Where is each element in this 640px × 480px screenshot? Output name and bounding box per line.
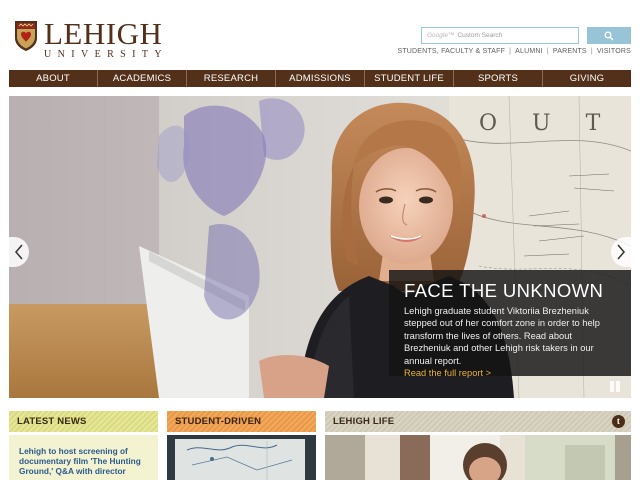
caption-body: Lehigh graduate student Viktoriia Brezhe… xyxy=(404,306,600,366)
separator: | xyxy=(509,48,512,55)
search-brand: Google™ xyxy=(427,32,455,39)
search-placeholder: Custom Search xyxy=(457,32,503,39)
nav-research[interactable]: RESEARCH xyxy=(186,70,275,87)
lehigh-logo[interactable]: LEHIGH UNIVERSITY xyxy=(14,16,174,60)
caption-title: FACE THE UNKNOWN xyxy=(404,280,604,301)
nav-academics[interactable]: ACADEMICS xyxy=(97,70,186,87)
nav-sports[interactable]: SPORTS xyxy=(453,70,542,87)
search-button[interactable] xyxy=(587,27,631,44)
pause-bar xyxy=(616,381,620,392)
lehigh-life-header[interactable]: LEHIGH LIFE t xyxy=(325,411,631,432)
logo-wordmark: LEHIGH xyxy=(44,16,163,51)
lehigh-life-title: LEHIGH LIFE xyxy=(333,416,395,427)
map-letters: O U T H xyxy=(479,111,631,136)
nav-about[interactable]: ABOUT xyxy=(9,70,97,87)
main-nav: ABOUT ACADEMICS RESEARCH ADMISSIONS STUD… xyxy=(9,70,631,87)
news-item: Lehigh to host screening of documentary … xyxy=(9,435,158,480)
lehigh-life-thumbnail xyxy=(325,435,631,480)
link-visitors[interactable]: VISITORS xyxy=(597,48,631,55)
research-image[interactable] xyxy=(167,435,316,480)
chevron-left-icon xyxy=(15,244,23,260)
chevron-right-icon xyxy=(617,244,625,260)
read-report-link[interactable]: Read the full report > xyxy=(404,367,617,380)
link-students-faculty-staff[interactable]: STUDENTS, FACULTY & STAFF xyxy=(397,48,505,55)
hero-slideshow[interactable]: O U T H xyxy=(9,96,631,398)
link-parents[interactable]: PARENTS xyxy=(553,48,587,55)
slide-caption: FACE THE UNKNOWN Lehigh graduate student… xyxy=(389,270,631,378)
pause-bar xyxy=(610,381,614,392)
search-input[interactable]: Google™ Custom Search xyxy=(421,27,579,44)
research-thumbnail xyxy=(167,435,316,480)
lehigh-life-image[interactable] xyxy=(325,435,631,480)
tumblr-icon[interactable]: t xyxy=(612,415,625,428)
nav-giving[interactable]: GIVING xyxy=(542,70,631,87)
student-research-header[interactable]: STUDENT-DRIVEN RESEARCH xyxy=(167,411,316,448)
pause-icon[interactable] xyxy=(610,381,620,392)
news-headline-link[interactable]: Lehigh to host screening of documentary … xyxy=(19,446,152,476)
link-alumni[interactable]: ALUMNI xyxy=(515,48,543,55)
search-icon xyxy=(604,31,614,41)
separator: | xyxy=(546,48,549,55)
latest-news-header[interactable]: LATEST NEWS xyxy=(9,411,158,432)
crest-icon xyxy=(15,21,37,51)
nav-student-life[interactable]: STUDENT LIFE xyxy=(364,70,453,87)
audience-links: STUDENTS, FACULTY & STAFF | ALUMNI | PAR… xyxy=(397,48,631,55)
page: LEHIGH UNIVERSITY Google™ Custom Search … xyxy=(0,0,640,480)
nav-admissions[interactable]: ADMISSIONS xyxy=(275,70,364,87)
separator: | xyxy=(590,48,593,55)
logo-subtitle: UNIVERSITY xyxy=(44,49,168,60)
